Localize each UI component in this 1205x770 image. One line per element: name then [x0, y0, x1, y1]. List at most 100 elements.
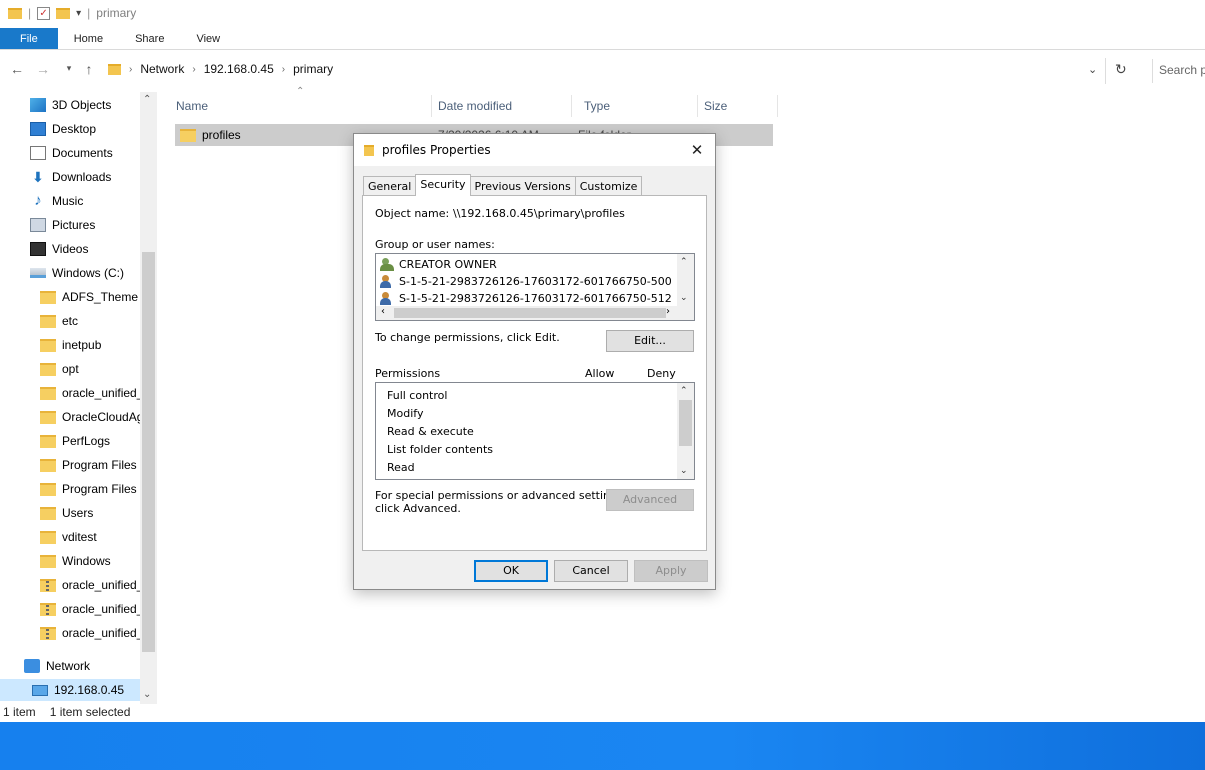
nav-item-videos[interactable]: Videos [30, 238, 157, 260]
nav-item-folder[interactable]: ADFS_Theme [40, 286, 140, 308]
scroll-down-icon[interactable]: ⌄ [680, 293, 688, 303]
nav-item-host[interactable]: 192.168.0.45 [0, 679, 157, 701]
nav-item-folder[interactable]: vditest [40, 526, 140, 548]
close-icon[interactable]: ✕ [687, 140, 707, 160]
up-icon[interactable]: ↑ [80, 61, 98, 77]
breadcrumb-host[interactable]: 192.168.0.45 [204, 62, 274, 76]
nav-item-windows-c[interactable]: Windows (C:) [30, 262, 157, 284]
navigation-pane: 3D Objects Desktop Documents ⬇ Downloads … [0, 92, 157, 704]
column-header-name[interactable]: Name [170, 95, 432, 117]
refresh-icon[interactable]: ↻ [1115, 61, 1127, 78]
scrollbar-thumb[interactable] [394, 308, 666, 318]
advanced-button[interactable]: Advanced [606, 489, 694, 511]
nav-item-folder[interactable]: etc [40, 310, 140, 332]
breadcrumb-primary[interactable]: primary [293, 62, 333, 76]
nav-item-folder[interactable]: OracleCloudAg [40, 406, 140, 428]
dialog-title: profiles Properties [382, 143, 491, 157]
tab-view[interactable]: View [180, 28, 236, 49]
new-folder-icon[interactable] [56, 7, 71, 19]
nav-item-folder[interactable]: Program Files ( [40, 478, 140, 500]
nav-item-folder[interactable]: PerfLogs [40, 430, 140, 452]
nav-item-desktop[interactable]: Desktop [30, 118, 157, 140]
network-icon [24, 659, 40, 673]
column-header-type[interactable]: Type [578, 95, 698, 117]
nav-item-documents[interactable]: Documents [30, 142, 157, 164]
breadcrumb-network[interactable]: Network [140, 62, 184, 76]
permissions-vscroll[interactable]: ⌃ ⌄ [677, 383, 694, 479]
nav-item-label: etc [62, 314, 79, 328]
edit-button[interactable]: Edit... [606, 330, 694, 352]
column-header-date[interactable]: Date modified [432, 95, 572, 117]
list-item[interactable]: S-1-5-21-2983726126-17603172-601766750-5… [380, 273, 672, 289]
cancel-button[interactable]: Cancel [554, 560, 628, 582]
scroll-left-icon[interactable]: ‹ [381, 306, 385, 317]
scrollbar-thumb[interactable] [142, 252, 155, 652]
apply-button[interactable]: Apply [634, 560, 708, 582]
nav-item-label: oracle_unified_ [62, 578, 140, 592]
quick-access-toolbar: | ✓ ▾ | primary [0, 0, 1205, 26]
desktop-icon [30, 122, 46, 136]
tab-general[interactable]: General [363, 176, 417, 196]
scroll-down-icon[interactable]: ⌄ [680, 466, 688, 476]
column-header-size[interactable]: Size [698, 95, 778, 117]
checkbox-icon[interactable]: ✓ [37, 6, 51, 20]
address-dropdown-icon[interactable]: ⌄ [1088, 63, 1097, 76]
user-list-vscroll[interactable]: ⌃ ⌄ [677, 254, 694, 306]
dialog-titlebar[interactable]: profiles Properties ✕ [354, 134, 715, 166]
tab-security[interactable]: Security [415, 174, 471, 196]
nav-item-folder[interactable]: Windows [40, 550, 140, 572]
nav-item-zip[interactable]: oracle_unified_ [40, 598, 140, 620]
permissions-list[interactable]: Full control Modify Read & execute List … [375, 382, 695, 480]
tab-customize[interactable]: Customize [574, 176, 643, 196]
breadcrumb-separator-icon[interactable]: › [192, 64, 195, 75]
breadcrumb-separator-icon[interactable]: › [282, 64, 285, 75]
recent-locations-icon[interactable]: ▾ [60, 63, 78, 74]
permission-row: Read & execute [387, 424, 474, 438]
nav-item-folder[interactable]: oracle_unified_ [40, 382, 140, 404]
scroll-up-icon[interactable]: ⌃ [680, 386, 688, 396]
scroll-right-icon[interactable]: › [666, 306, 670, 317]
folder-icon [40, 386, 56, 400]
folder-icon [40, 314, 56, 328]
nav-item-3d-objects[interactable]: 3D Objects [30, 94, 157, 116]
scroll-up-icon[interactable]: ⌃ [680, 257, 688, 267]
folder-icon [40, 338, 56, 352]
window-title: primary [96, 6, 137, 20]
forward-icon[interactable]: → [34, 61, 52, 77]
nav-item-folder[interactable]: inetpub [40, 334, 140, 356]
properties-icon[interactable] [8, 7, 22, 19]
nav-item-zip[interactable]: oracle_unified_ [40, 622, 140, 644]
tab-home[interactable]: Home [58, 28, 119, 49]
scroll-up-icon[interactable]: ⌃ [143, 94, 151, 105]
nav-item-folder[interactable]: Users [40, 502, 140, 524]
nav-item-network[interactable]: Network [24, 655, 157, 677]
tab-previous-versions[interactable]: Previous Versions [469, 176, 576, 196]
ok-button[interactable]: OK [474, 560, 548, 582]
status-item-count: 1 item [3, 705, 36, 719]
breadcrumb-separator-icon[interactable]: › [129, 64, 132, 75]
folder-icon [40, 362, 56, 376]
tab-share[interactable]: Share [119, 28, 180, 49]
nav-item-label: PerfLogs [62, 434, 111, 448]
navigation-scrollbar[interactable]: ⌃ ⌄ [140, 92, 157, 704]
nav-item-downloads[interactable]: ⬇ Downloads [30, 166, 157, 188]
scrollbar-thumb[interactable] [679, 400, 692, 446]
scroll-down-icon[interactable]: ⌄ [143, 689, 151, 700]
folder-icon [40, 554, 56, 568]
customize-toolbar-icon[interactable]: ▾ [76, 8, 81, 19]
list-item[interactable]: S-1-5-21-2983726126-17603172-601766750-5… [380, 290, 672, 306]
status-bar: 1 item 1 item selected [0, 702, 1205, 722]
tab-file[interactable]: File [0, 28, 58, 49]
nav-item-pictures[interactable]: Pictures [30, 214, 157, 236]
nav-item-zip[interactable]: oracle_unified_ [40, 574, 140, 596]
videos-icon [30, 242, 46, 256]
nav-item-music[interactable]: ♪ Music [30, 190, 157, 212]
back-icon[interactable]: ← [8, 61, 26, 77]
user-list[interactable]: CREATOR OWNER S-1-5-21-2983726126-176031… [375, 253, 695, 321]
user-list-hscroll[interactable]: ‹ › [376, 306, 694, 320]
nav-item-folder[interactable]: opt [40, 358, 140, 380]
nav-item-folder[interactable]: Program Files [40, 454, 140, 476]
pictures-icon [30, 218, 46, 232]
search-input[interactable]: Search p [1152, 59, 1205, 83]
list-item[interactable]: CREATOR OWNER [380, 256, 497, 272]
